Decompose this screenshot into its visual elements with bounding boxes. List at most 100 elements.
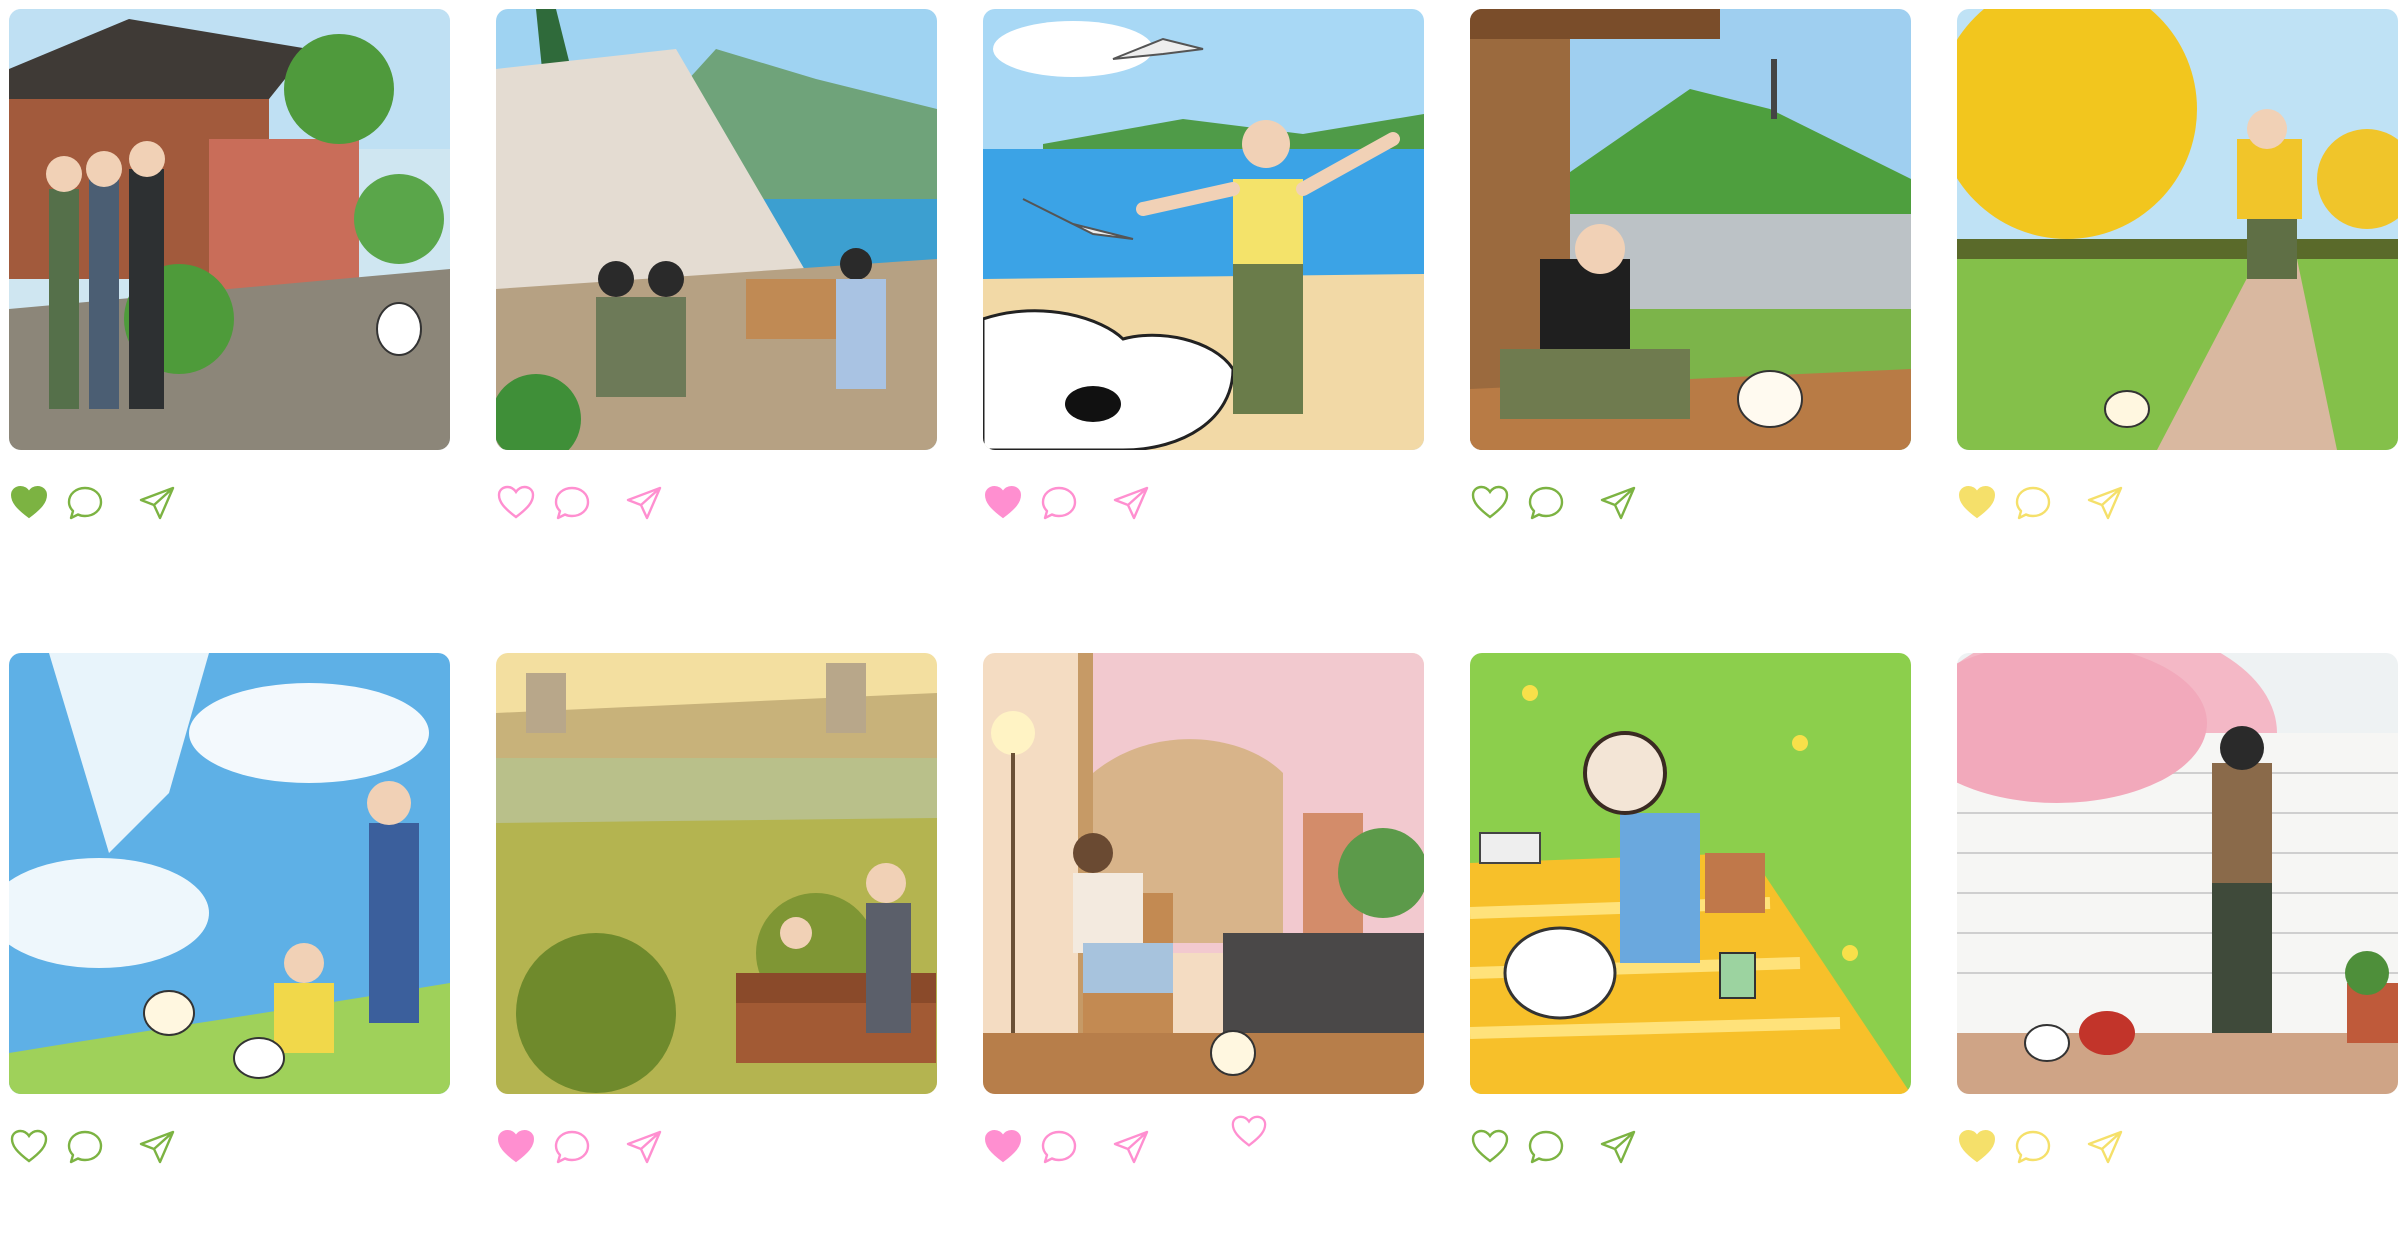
like-button[interactable] — [983, 483, 1023, 523]
like-button[interactable] — [496, 483, 536, 523]
post-card[interactable] — [1957, 653, 2398, 1164]
heart-icon — [1471, 485, 1509, 519]
riverside-field-illustration — [496, 653, 937, 1094]
heart-icon — [10, 1129, 48, 1163]
post-image[interactable] — [1957, 9, 2398, 450]
heart-icon — [1958, 1129, 1996, 1163]
post-actions — [983, 483, 1424, 523]
post-actions — [1470, 1127, 1911, 1167]
comment-bubble-icon — [67, 486, 103, 520]
comment-bubble-icon — [554, 486, 590, 520]
heart-icon — [497, 1129, 535, 1163]
ginkgo-path-illustration — [1957, 9, 2398, 450]
send-icon — [1600, 486, 1636, 520]
post-card[interactable] — [9, 9, 450, 520]
comment-bubble-icon — [1528, 486, 1564, 520]
comment-bubble-icon — [1041, 486, 1077, 520]
heart-icon — [984, 485, 1022, 519]
post-image[interactable] — [1470, 9, 1911, 450]
cherry-blossom-walk-illustration — [1957, 653, 2398, 1094]
post-image[interactable] — [983, 9, 1424, 450]
heart-icon — [497, 485, 535, 519]
send-icon — [626, 486, 662, 520]
post-card[interactable] — [1957, 9, 2398, 520]
post-image[interactable] — [496, 653, 937, 1094]
post-image[interactable] — [1957, 653, 2398, 1094]
comment-button[interactable] — [65, 483, 105, 523]
share-button[interactable] — [2085, 483, 2125, 523]
post-card[interactable] — [496, 9, 937, 520]
comment-button[interactable] — [1526, 1127, 1566, 1167]
share-button[interactable] — [1598, 483, 1638, 523]
comment-bubble-icon — [2015, 486, 2051, 520]
send-icon — [1113, 1130, 1149, 1164]
like-button[interactable] — [1470, 483, 1510, 523]
comment-button[interactable] — [2013, 1127, 2053, 1167]
send-icon — [626, 1130, 662, 1164]
share-button[interactable] — [624, 483, 664, 523]
post-actions — [496, 1127, 937, 1167]
comment-button[interactable] — [1039, 1127, 1079, 1167]
comment-bubble-icon — [1041, 1130, 1077, 1164]
like-button[interactable] — [496, 1127, 536, 1167]
post-image[interactable] — [496, 9, 937, 450]
heart-icon — [1958, 485, 1996, 519]
comment-bubble-icon — [1528, 1130, 1564, 1164]
share-button[interactable] — [137, 483, 177, 523]
like-button[interactable] — [9, 483, 49, 523]
comment-button[interactable] — [552, 483, 592, 523]
like-button[interactable] — [1957, 483, 1997, 523]
comment-bubble-icon — [554, 1130, 590, 1164]
like-button[interactable] — [1470, 1127, 1510, 1167]
share-button[interactable] — [1111, 1127, 1151, 1167]
heart-icon — [1471, 1129, 1509, 1163]
like-button[interactable] — [9, 1127, 49, 1167]
comment-button[interactable] — [1039, 483, 1079, 523]
heart-icon — [1231, 1115, 1267, 1147]
beach-seagulls-illustration — [983, 9, 1424, 450]
post-actions — [1957, 483, 2398, 523]
floating-heart[interactable] — [1230, 1113, 1268, 1151]
send-icon — [139, 486, 175, 520]
send-icon — [2087, 1130, 2123, 1164]
picnic-meadow-illustration — [1470, 653, 1911, 1094]
send-icon — [1600, 1130, 1636, 1164]
send-icon — [1113, 486, 1149, 520]
post-card[interactable] — [9, 653, 450, 1164]
share-button[interactable] — [1111, 483, 1151, 523]
comment-button[interactable] — [2013, 483, 2053, 523]
lakeside-camping-illustration — [496, 9, 937, 450]
post-actions — [1470, 483, 1911, 523]
heart-icon — [984, 1129, 1022, 1163]
post-actions — [496, 483, 937, 523]
post-actions — [1957, 1127, 2398, 1167]
heart-icon — [10, 485, 48, 519]
post-actions — [9, 483, 450, 523]
hanok-village-illustration — [9, 9, 450, 450]
post-card[interactable] — [983, 9, 1424, 520]
share-button[interactable] — [2085, 1127, 2125, 1167]
share-button[interactable] — [137, 1127, 177, 1167]
send-icon — [2087, 486, 2123, 520]
colosseum-window-illustration — [983, 653, 1424, 1094]
post-image[interactable] — [9, 9, 450, 450]
post-actions — [9, 1127, 450, 1167]
post-card[interactable] — [983, 653, 1424, 1164]
post-card[interactable] — [1470, 653, 1911, 1164]
share-button[interactable] — [1598, 1127, 1638, 1167]
comment-button[interactable] — [1526, 483, 1566, 523]
like-button[interactable] — [1957, 1127, 1997, 1167]
comment-bubble-icon — [67, 1130, 103, 1164]
comment-button[interactable] — [65, 1127, 105, 1167]
hanok-namsan-tower-illustration — [1470, 9, 1911, 450]
post-image[interactable] — [9, 653, 450, 1094]
post-actions — [983, 1127, 1424, 1167]
like-button[interactable] — [983, 1127, 1023, 1167]
comment-button[interactable] — [552, 1127, 592, 1167]
post-card[interactable] — [496, 653, 937, 1164]
post-image[interactable] — [1470, 653, 1911, 1094]
post-card[interactable] — [1470, 9, 1911, 520]
post-image[interactable] — [983, 653, 1424, 1094]
share-button[interactable] — [624, 1127, 664, 1167]
send-icon — [139, 1130, 175, 1164]
